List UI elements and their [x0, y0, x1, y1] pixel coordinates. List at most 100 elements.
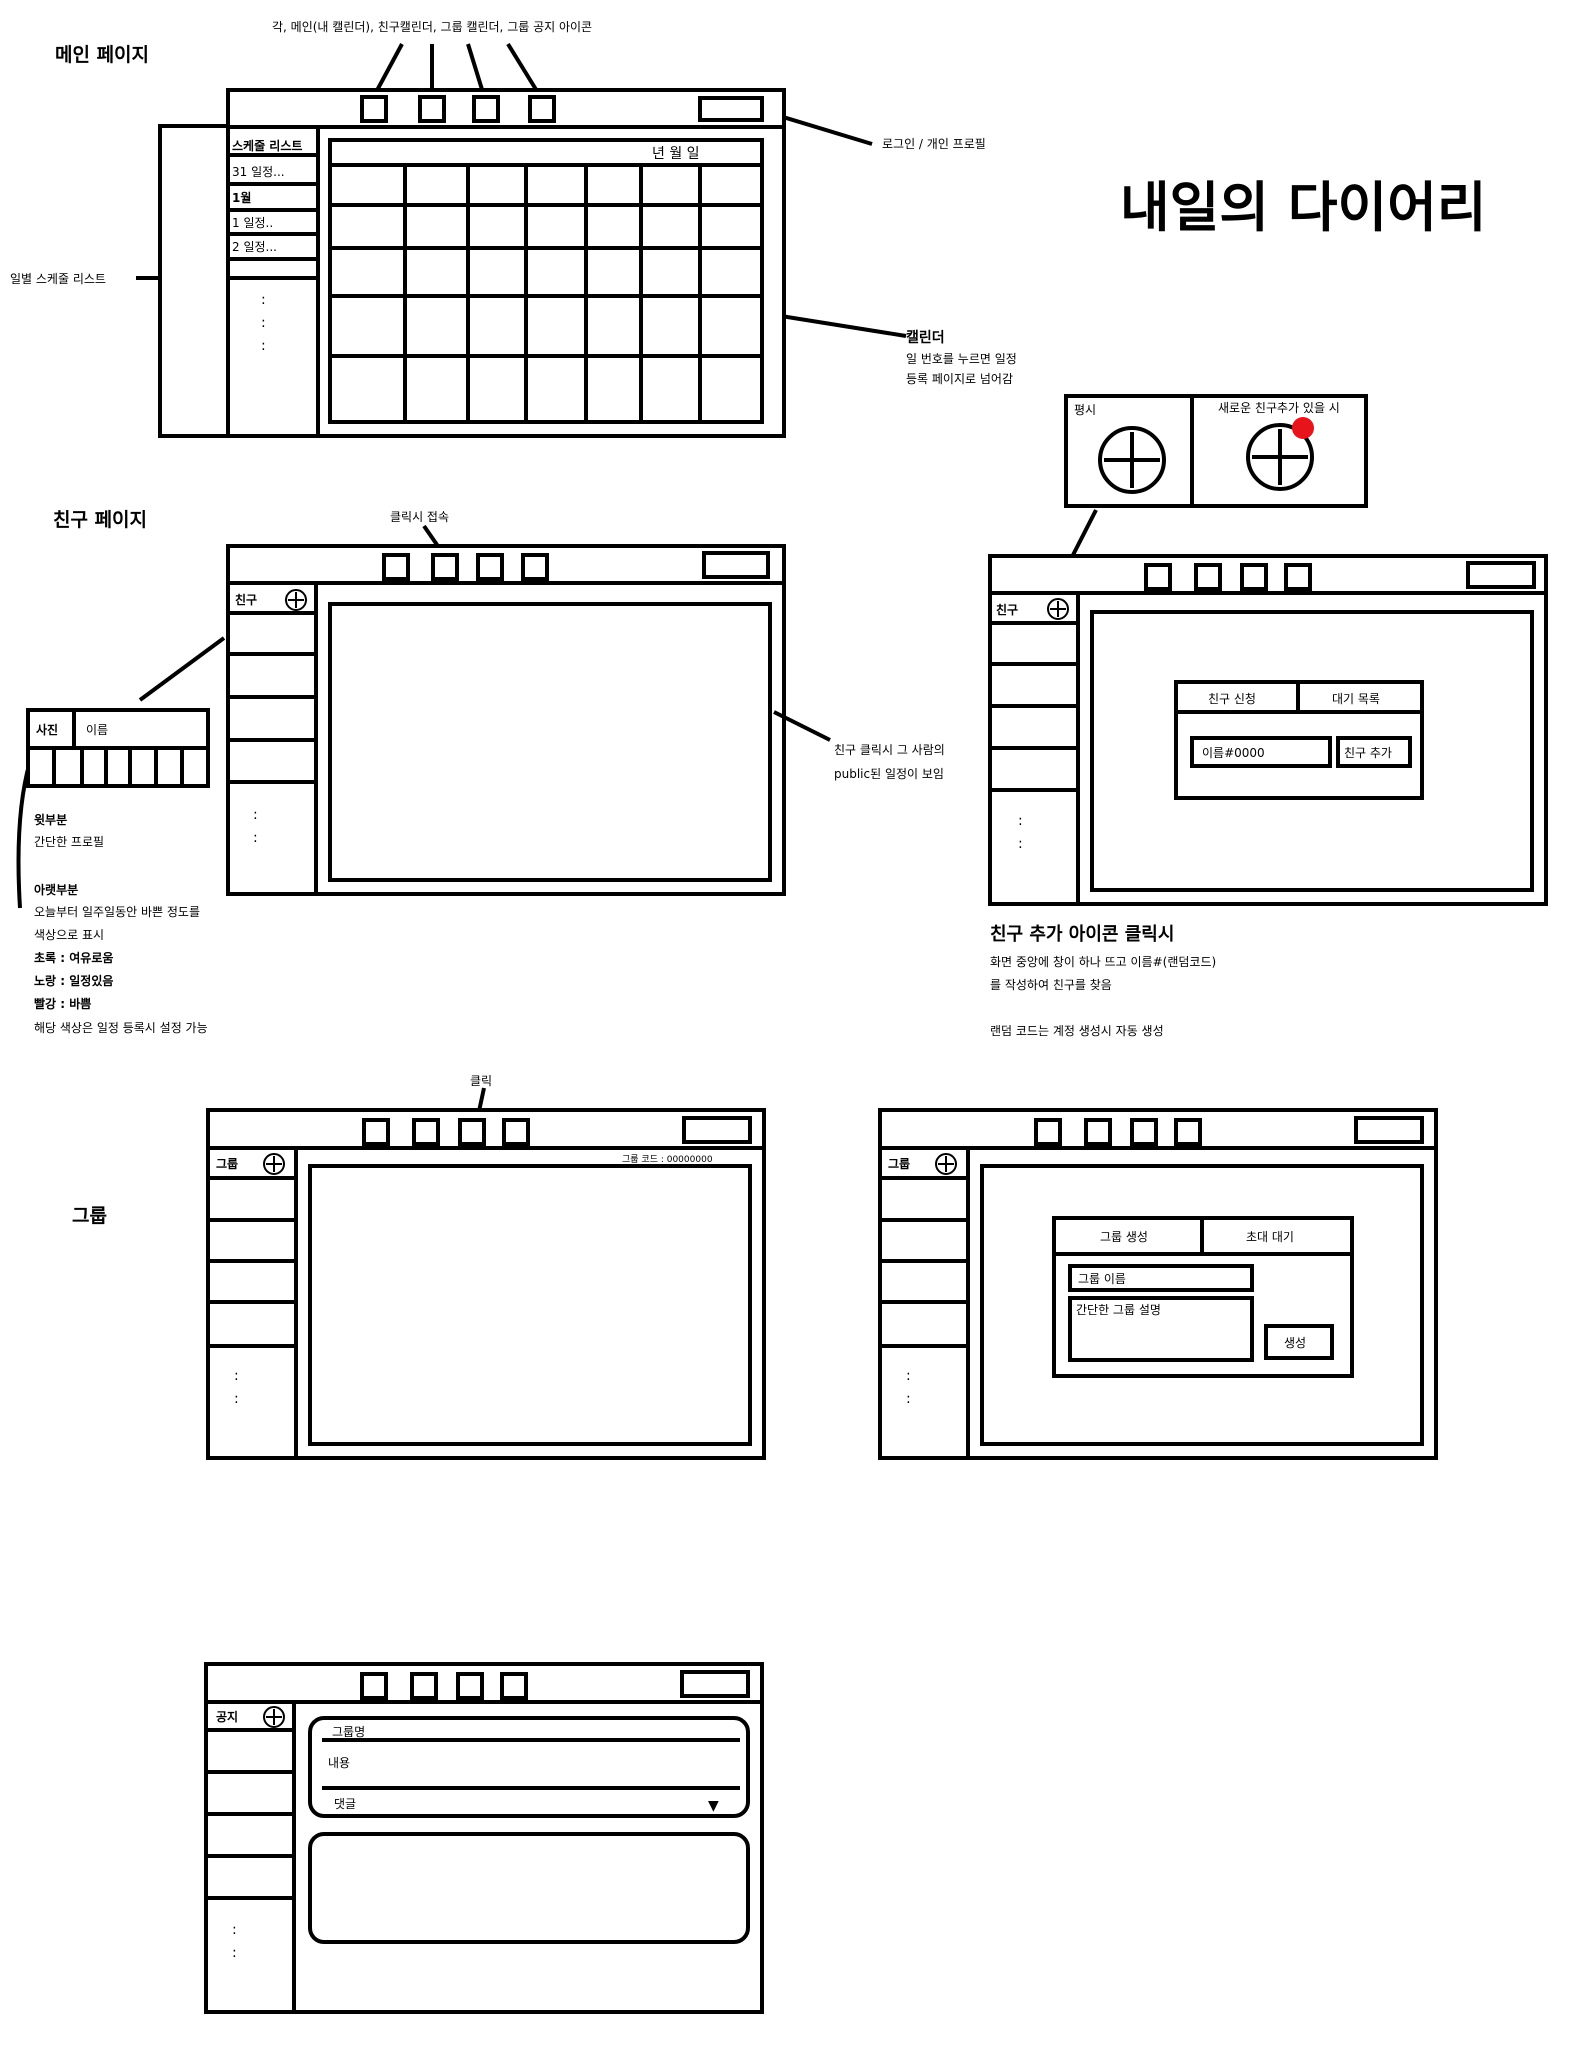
ellipsis: :	[906, 1368, 911, 1384]
ellipsis: :	[232, 1922, 237, 1938]
schedule-list-month: 1월	[232, 190, 251, 205]
group-calendar-area	[308, 1164, 752, 1446]
profile-note-line: 아랫부분	[34, 882, 78, 897]
login-profile-button[interactable]	[682, 1116, 752, 1144]
calendar-grid	[328, 138, 764, 424]
chevron-down-icon[interactable]: ▼	[708, 1798, 719, 1814]
notification-dot	[1292, 417, 1314, 439]
calendar-note-line: 등록 페이지로 넘어감	[906, 372, 1013, 386]
left-list-note: 일별 스케줄 리스트	[10, 272, 106, 286]
ellipsis: :	[232, 1945, 237, 1961]
ellipsis: :	[253, 807, 258, 823]
ellipsis: :	[261, 315, 266, 331]
main-calendar-icon[interactable]	[360, 1672, 388, 1700]
section-title-friend: 친구 페이지	[53, 509, 147, 531]
group-notice-icon[interactable]	[528, 95, 556, 123]
group-notice-icon[interactable]	[502, 1118, 530, 1146]
group-calendar-icon[interactable]	[1240, 563, 1268, 591]
profile-note-line: 노랑 : 일정있음	[34, 973, 113, 988]
friend-calendar-icon[interactable]	[412, 1118, 440, 1146]
group-click-note: 클릭	[470, 1074, 492, 1088]
notice-sidebar-label: 공지	[216, 1709, 238, 1724]
group-notice-icon[interactable]	[1174, 1118, 1202, 1146]
profile-note-line: 색상으로 표시	[34, 928, 104, 942]
calendar-note-line: 일 번호를 누르면 일정	[906, 352, 1017, 366]
friend-calendar-icon[interactable]	[1084, 1118, 1112, 1146]
profile-note-line: 빨강 : 바쁨	[34, 996, 91, 1011]
main-calendar-icon[interactable]	[362, 1118, 390, 1146]
group-sidebar-label: 그룹	[216, 1156, 238, 1171]
friend-calendar-icon[interactable]	[410, 1672, 438, 1700]
profile-note-line: 초록 : 여유로움	[34, 950, 113, 965]
group-notice-icon[interactable]	[500, 1672, 528, 1700]
calendar-note-title: 캘린더	[906, 329, 945, 346]
group-notice-icon[interactable]	[1284, 563, 1312, 591]
add-icon-new-label: 새로운 친구추가 있을 시	[1218, 401, 1340, 415]
section-title-group: 그룹	[72, 1205, 107, 1227]
click-access-note: 클릭시 접속	[390, 510, 449, 524]
schedule-list-item[interactable]: 31 일정...	[232, 165, 285, 179]
main-calendar-icon[interactable]	[1034, 1118, 1062, 1146]
add-icon-normal-label: 평시	[1074, 403, 1096, 417]
ellipsis: :	[1018, 813, 1023, 829]
group-calendar-icon[interactable]	[458, 1118, 486, 1146]
login-profile-button[interactable]	[702, 551, 770, 579]
friend-click-note-line: 친구 클릭시 그 사람의	[834, 743, 945, 757]
login-profile-button[interactable]	[680, 1670, 750, 1698]
ellipsis: :	[253, 830, 258, 846]
friend-add-note-line: 랜덤 코드는 계정 생성시 자동 생성	[990, 1024, 1164, 1038]
group-sidebar-label: 그룹	[888, 1156, 910, 1171]
profile-photo-label: 사진	[36, 722, 58, 737]
login-note: 로그인 / 개인 프로필	[882, 137, 986, 151]
top-icons-note: 각, 메인(내 캘린더), 친구캘린더, 그룹 캘린더, 그룹 공지 아이콘	[272, 20, 592, 34]
schedule-list-item[interactable]: 2 일정...	[232, 240, 277, 254]
friend-calendar-area	[328, 602, 772, 882]
ellipsis: :	[261, 292, 266, 308]
login-profile-button[interactable]	[1466, 561, 1536, 589]
profile-note-line: 오늘부터 일주일동안 바쁜 정도를	[34, 905, 200, 919]
group-calendar-icon[interactable]	[456, 1672, 484, 1700]
group-create-window	[878, 1108, 1438, 1460]
group-calendar-icon[interactable]	[476, 553, 504, 581]
ellipsis: :	[234, 1391, 239, 1407]
login-profile-button[interactable]	[1354, 1116, 1424, 1144]
main-calendar-icon[interactable]	[360, 95, 388, 123]
ellipsis: :	[234, 1368, 239, 1384]
login-profile-button[interactable]	[698, 96, 764, 122]
friend-add-note-title: 친구 추가 아이콘 클릭시	[990, 924, 1174, 945]
group-calendar-icon[interactable]	[1130, 1118, 1158, 1146]
notice-comment-box[interactable]	[308, 1832, 750, 1944]
wireframe-canvas: 내일의 다이어리 메인 페이지 친구 페이지 그룹 각, 메인(내 캘린더), …	[10, 20, 1548, 2014]
tab-friend-request[interactable]: 친구 신청	[1208, 692, 1256, 706]
friend-calendar-icon[interactable]	[431, 553, 459, 581]
tab-invite-waiting[interactable]: 초대 대기	[1246, 1230, 1294, 1244]
main-calendar-icon[interactable]	[1144, 563, 1172, 591]
friend-add-note-line: 를 작성하여 친구를 찾음	[990, 978, 1112, 992]
friend-calendar-icon[interactable]	[418, 95, 446, 123]
friend-add-button-label: 친구 추가	[1344, 746, 1392, 760]
profile-note-line: 해당 색상은 일정 등록시 설정 가능	[34, 1021, 208, 1035]
group-name-placeholder: 그룹 이름	[1078, 1272, 1126, 1286]
friend-code-value: 이름#0000	[1202, 746, 1265, 760]
schedule-list-item[interactable]: 1 일정..	[232, 216, 273, 230]
group-code-label: 그룹 코드 : 00000000	[622, 1154, 713, 1165]
friend-calendar-icon[interactable]	[1194, 563, 1222, 591]
group-notice-icon[interactable]	[521, 553, 549, 581]
tab-waiting-list[interactable]: 대기 목록	[1332, 692, 1380, 706]
profile-name-label: 이름	[86, 723, 108, 737]
group-calendar-icon[interactable]	[472, 95, 500, 123]
main-calendar-icon[interactable]	[382, 553, 410, 581]
ellipsis: :	[261, 338, 266, 354]
friend-click-note-line: public된 일정이 보임	[834, 767, 944, 781]
friend-sidebar-label: 친구	[235, 592, 257, 607]
tab-group-create[interactable]: 그룹 생성	[1100, 1230, 1148, 1244]
notice-window	[204, 1662, 764, 2014]
profile-note-line: 윗부분	[34, 812, 67, 827]
notice-comment-toggle[interactable]: 댓글	[334, 1797, 356, 1811]
friend-profile-card	[26, 708, 210, 788]
group-description-placeholder: 간단한 그룹 설명	[1076, 1303, 1161, 1317]
friend-add-note-line: 화면 중앙에 창이 하나 뜨고 이름#(랜덤코드)	[990, 955, 1216, 969]
notice-group-name: 그룹명	[332, 1725, 365, 1739]
calendar-date-header: 년 월 일	[652, 146, 700, 162]
schedule-list-header: 스케줄 리스트	[232, 138, 302, 153]
